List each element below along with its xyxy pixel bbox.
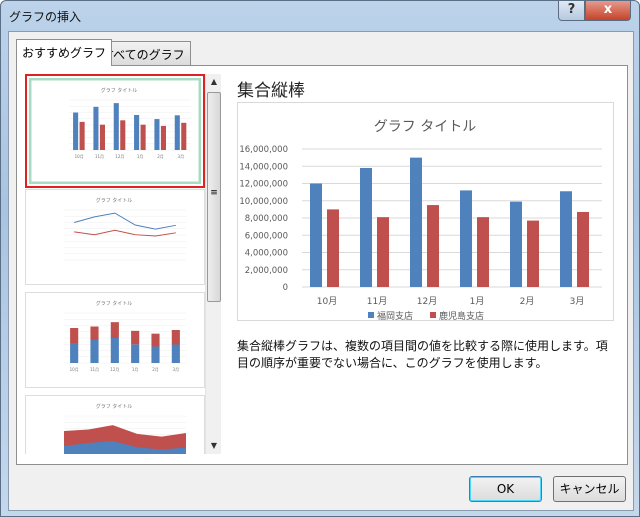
legend-label: 福岡支店	[377, 310, 413, 320]
thumb-bar	[90, 340, 99, 363]
thumb-x-label: 10月	[75, 154, 84, 159]
x-tick-label: 2月	[520, 296, 535, 307]
thumb-stacked-column[interactable]: グラフ タイトル 10月 11月 12月 1月 2月 3月	[25, 292, 205, 388]
thumb-x-label: 12月	[115, 154, 124, 159]
thumb-bar	[113, 103, 119, 150]
scroll-up-arrow-icon[interactable]: ▲	[206, 74, 222, 90]
y-tick-label: 14,000,000	[239, 162, 288, 172]
thumb-title: グラフ タイトル	[96, 403, 133, 410]
thumb-x-label: 12月	[110, 367, 119, 372]
bar-fukuoka	[310, 183, 322, 287]
bar-kagoshima	[377, 217, 389, 287]
thumb-bar	[110, 322, 119, 338]
tab-recommended[interactable]: おすすめグラフ	[16, 39, 113, 66]
thumb-bar	[73, 112, 79, 150]
thumb-bar	[181, 122, 187, 150]
thumb-title: グラフ タイトル	[101, 87, 138, 94]
bar-kagoshima	[527, 220, 539, 287]
thumb-x-label: 3月	[178, 154, 185, 159]
thumb-x-label: 2月	[157, 154, 164, 159]
y-tick-label: 0	[283, 283, 288, 293]
thumb-bar	[154, 119, 160, 150]
y-tick-label: 2,000,000	[245, 266, 288, 276]
x-tick-label: 12月	[417, 296, 437, 307]
thumb-bar	[151, 333, 160, 347]
help-button[interactable]: ?	[558, 1, 585, 21]
bar-fukuoka	[560, 191, 572, 287]
dialog-window: グラフの挿入 ? x おすすめグラフ すべてのグラフ グラフ タイトル 10月 11…	[0, 0, 640, 517]
thumb-x-label: 3月	[173, 367, 180, 372]
chart-description: 集合縦棒グラフは、複数の項目間の値を比較する際に使用します。項目の順序が重要でな…	[237, 339, 608, 370]
thumb-title: グラフ タイトル	[96, 300, 133, 307]
bar-kagoshima	[427, 205, 439, 287]
bar-fukuoka	[460, 190, 472, 287]
bar-kagoshima	[327, 209, 339, 287]
thumb-bar	[110, 338, 119, 363]
x-tick-label: 3月	[570, 296, 585, 307]
scroll-down-arrow-icon[interactable]: ▼	[206, 438, 222, 454]
bar-kagoshima	[477, 217, 489, 287]
thumb-bar	[140, 124, 146, 150]
y-tick-label: 8,000,000	[245, 214, 288, 224]
thumb-bar	[120, 120, 126, 150]
ok-button[interactable]: OK	[469, 476, 542, 502]
dialog-title: グラフの挿入	[9, 10, 82, 24]
legend-swatch	[368, 312, 374, 318]
thumb-x-label: 11月	[90, 367, 99, 372]
scroll-thumb[interactable]: ≡	[207, 92, 221, 302]
y-tick-label: 12,000,000	[239, 180, 288, 190]
thumb-clustered-column[interactable]: グラフ タイトル 10月 11月 12月 1月 2月 3月	[25, 74, 205, 188]
tab-panel: グラフ タイトル 10月 11月 12月 1月 2月 3月 グラフ タイトル グラフ タイト…	[16, 65, 628, 465]
list-scrollbar[interactable]: ▲ ≡ ▼	[205, 74, 221, 454]
thumb-bar	[151, 346, 160, 363]
chart-title: グラフ タイトル	[374, 119, 476, 135]
recommended-chart-list: グラフ タイトル 10月 11月 12月 1月 2月 3月 グラフ タイトル グラフ タイト…	[25, 74, 215, 454]
thumb-bar	[70, 328, 79, 343]
y-tick-label: 4,000,000	[245, 249, 288, 259]
thumb-title: グラフ タイトル	[96, 197, 133, 204]
thumb-bar	[171, 330, 180, 345]
legend-label: 鹿児島支店	[439, 310, 484, 320]
thumb-bar	[171, 344, 180, 363]
dialog-client: おすすめグラフ すべてのグラフ グラフ タイトル 10月 11月 12月 1月 2月 3月 …	[8, 31, 634, 511]
thumb-bar	[79, 121, 85, 150]
thumb-bar	[131, 344, 140, 363]
x-tick-label: 1月	[470, 296, 485, 307]
y-tick-label: 16,000,000	[239, 145, 288, 155]
thumb-x-label: 1月	[137, 154, 144, 159]
thumb-line	[74, 212, 176, 230]
cancel-button[interactable]: キャンセル	[553, 476, 626, 502]
bar-fukuoka	[410, 157, 422, 287]
thumb-bar	[160, 125, 166, 150]
thumb-line[interactable]: グラフ タイトル	[25, 189, 205, 285]
thumb-bar	[93, 106, 99, 150]
thumb-bar	[174, 115, 180, 150]
bar-fukuoka	[510, 201, 522, 287]
thumb-x-label: 2月	[152, 367, 159, 372]
y-tick-label: 6,000,000	[245, 231, 288, 241]
bar-kagoshima	[577, 211, 589, 287]
legend-swatch	[430, 312, 436, 318]
thumb-x-label: 10月	[70, 367, 79, 372]
preview-chart: グラフ タイトル 0 2,000,000 4,000,000 6,000,000 8,00…	[239, 119, 602, 322]
thumb-bar	[134, 115, 140, 150]
thumb-x-label: 11月	[95, 154, 104, 159]
x-tick-label: 11月	[367, 296, 387, 307]
thumb-bar	[70, 343, 79, 363]
thumb-stacked-area[interactable]: グラフ タイトル	[25, 395, 205, 454]
close-button[interactable]: x	[585, 1, 631, 21]
chart-preview: グラフ タイトル 0 2,000,000 4,000,000 6,000,000 8,00…	[237, 102, 614, 322]
chart-type-heading: 集合縦棒	[237, 81, 305, 101]
thumb-bar	[131, 330, 140, 345]
y-tick-label: 10,000,000	[239, 197, 288, 207]
bar-fukuoka	[360, 167, 372, 287]
thumb-x-label: 1月	[132, 367, 139, 372]
thumb-bar	[90, 326, 99, 340]
thumb-bar	[99, 124, 105, 150]
x-tick-label: 10月	[317, 296, 337, 307]
